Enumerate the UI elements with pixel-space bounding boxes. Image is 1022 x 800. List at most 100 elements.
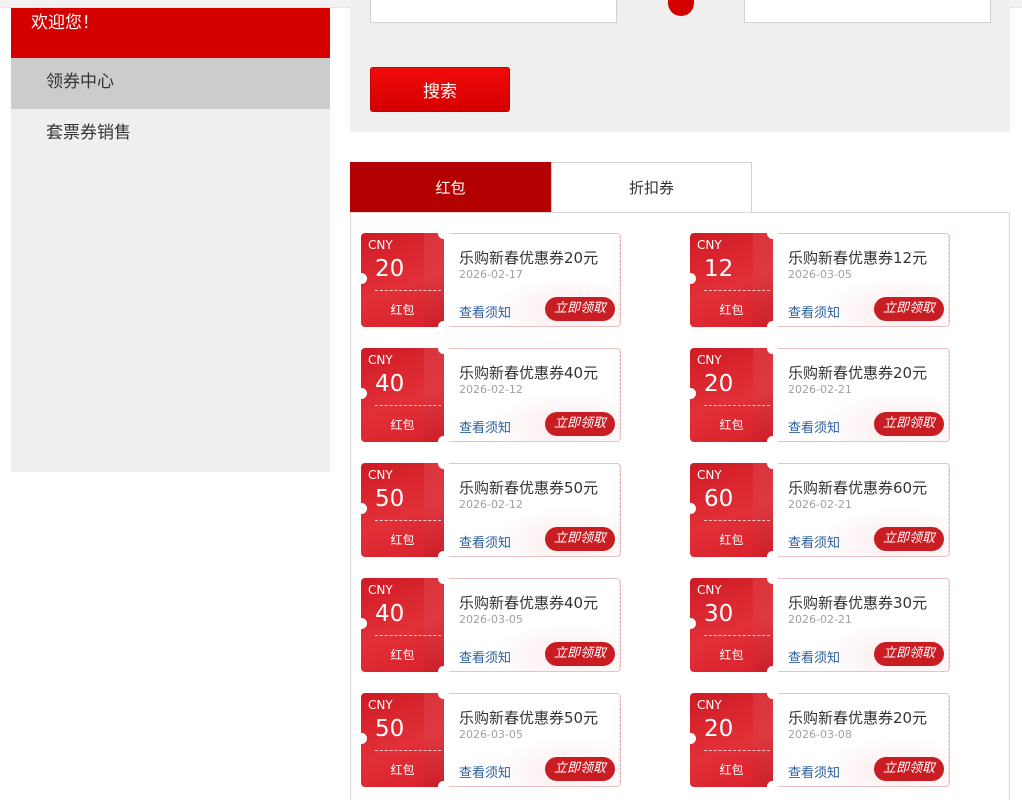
- view-notice-link[interactable]: 查看须知: [459, 302, 511, 321]
- coupon-info-panel: 乐购新春优惠券20元 2026-02-17 查看须知 立即领取: [444, 233, 621, 327]
- coupon-value-panel: CNY 40 红包: [361, 348, 444, 442]
- claim-now-button[interactable]: 立即领取: [545, 642, 615, 666]
- coupon-notch: [438, 551, 449, 562]
- coupon-currency: CNY: [368, 353, 393, 367]
- coupon-type: 红包: [719, 418, 744, 432]
- view-notice-link[interactable]: 查看须知: [788, 647, 840, 666]
- coupon-title: 乐购新春优惠券50元: [459, 709, 599, 727]
- coupon-scalloped-edge: [947, 696, 949, 786]
- claim-now-button[interactable]: 立即领取: [874, 412, 944, 436]
- coupon-notch: [356, 733, 367, 744]
- coupon-currency: CNY: [697, 353, 722, 367]
- search-input-end[interactable]: [744, 0, 991, 23]
- claim-now-button[interactable]: 立即领取: [545, 757, 615, 781]
- coupon-scalloped-edge: [947, 581, 949, 671]
- coupon-type: 红包: [390, 533, 415, 547]
- coupon-date: 2026-02-12: [459, 498, 523, 511]
- coupon-divider: [375, 750, 441, 751]
- coupon-amount: 20: [704, 716, 734, 742]
- view-notice-link[interactable]: 查看须知: [459, 417, 511, 436]
- view-notice-link[interactable]: 查看须知: [788, 532, 840, 551]
- coupon-notch: [767, 436, 778, 447]
- coupon-currency: CNY: [368, 698, 393, 712]
- coupon-date: 2026-02-21: [788, 498, 852, 511]
- view-notice-link[interactable]: 查看须知: [788, 417, 840, 436]
- coupon-title: 乐购新春优惠券20元: [459, 249, 599, 267]
- coupon-card: CNY 50 红包 乐购新春优惠券50元 2026-02-12 查看须知 立即领…: [356, 458, 621, 562]
- view-notice-link[interactable]: 查看须知: [459, 532, 511, 551]
- coupon-currency: CNY: [697, 583, 722, 597]
- view-notice-link[interactable]: 查看须知: [788, 302, 840, 321]
- tab-red-packet[interactable]: 红包: [350, 162, 551, 212]
- claim-now-button[interactable]: 立即领取: [545, 527, 615, 551]
- view-notice-link[interactable]: 查看须知: [459, 762, 511, 781]
- coupon-divider: [704, 520, 770, 521]
- coupon-currency: CNY: [368, 468, 393, 482]
- coupon-divider: [704, 290, 770, 291]
- coupon-notch: [767, 321, 778, 332]
- coupon-notch: [438, 666, 449, 677]
- coupon-notch: [356, 388, 367, 399]
- coupon-notch: [356, 618, 367, 629]
- coupon-panel: CNY 20 红包 乐购新春优惠券20元 2026-02-17 查看须知 立即领…: [350, 212, 1010, 800]
- coupon-value-panel: CNY 20 红包: [361, 233, 444, 327]
- claim-now-button[interactable]: 立即领取: [874, 642, 944, 666]
- coupon-date: 2026-02-17: [459, 268, 523, 281]
- coupon-type: 红包: [390, 648, 415, 662]
- view-notice-link[interactable]: 查看须知: [788, 762, 840, 781]
- tab-discount-coupon[interactable]: 折扣券: [551, 162, 752, 212]
- sidebar-item-coupon-center[interactable]: 领券中心: [11, 58, 330, 109]
- coupon-scalloped-edge: [618, 696, 620, 786]
- coupon-notch: [685, 388, 696, 399]
- claim-now-button[interactable]: 立即领取: [874, 757, 944, 781]
- search-input-start[interactable]: [370, 0, 617, 23]
- coupon-notch: [767, 551, 778, 562]
- coupon-card: CNY 50 红包 乐购新春优惠券50元 2026-03-05 查看须知 立即领…: [356, 688, 621, 792]
- coupon-notch: [767, 458, 778, 469]
- coupon-type: 红包: [390, 763, 415, 777]
- coupon-info-panel: 乐购新春优惠券30元 2026-02-21 查看须知 立即领取: [773, 578, 950, 672]
- coupon-card: CNY 40 红包 乐购新春优惠券40元 2026-03-05 查看须知 立即领…: [356, 573, 621, 677]
- coupon-scalloped-edge: [618, 236, 620, 326]
- coupon-amount: 50: [375, 486, 405, 512]
- coupon-card: CNY 40 红包 乐购新春优惠券40元 2026-02-12 查看须知 立即领…: [356, 343, 621, 447]
- coupon-notch: [767, 228, 778, 239]
- claim-now-button[interactable]: 立即领取: [874, 297, 944, 321]
- coupon-title: 乐购新春优惠券60元: [788, 479, 928, 497]
- coupon-info-panel: 乐购新春优惠券20元 2026-03-08 查看须知 立即领取: [773, 693, 950, 787]
- coupon-notch: [438, 436, 449, 447]
- sidebar: 欢迎您！ 领券中心 套票券销售: [11, 8, 330, 472]
- coupon-amount: 20: [375, 256, 405, 282]
- coupon-card: CNY 30 红包 乐购新春优惠券30元 2026-02-21 查看须知 立即领…: [685, 573, 950, 677]
- coupon-notch: [767, 666, 778, 677]
- coupon-grid: CNY 20 红包 乐购新春优惠券20元 2026-02-17 查看须知 立即领…: [356, 228, 950, 792]
- coupon-card: CNY 60 红包 乐购新春优惠券60元 2026-02-21 查看须知 立即领…: [685, 458, 950, 562]
- coupon-amount: 40: [375, 371, 405, 397]
- coupon-card: CNY 20 红包 乐购新春优惠券20元 2026-03-08 查看须知 立即领…: [685, 688, 950, 792]
- claim-now-button[interactable]: 立即领取: [545, 412, 615, 436]
- coupon-info-panel: 乐购新春优惠券60元 2026-02-21 查看须知 立即领取: [773, 463, 950, 557]
- coupon-notch: [438, 321, 449, 332]
- view-notice-link[interactable]: 查看须知: [459, 647, 511, 666]
- coupon-notch: [438, 458, 449, 469]
- coupon-amount: 40: [375, 601, 405, 627]
- coupon-tabs: 红包 折扣券: [350, 162, 752, 212]
- coupon-date: 2026-03-05: [459, 613, 523, 626]
- coupon-notch: [685, 273, 696, 284]
- search-button[interactable]: 搜索: [370, 67, 510, 112]
- coupon-date: 2026-02-12: [459, 383, 523, 396]
- coupon-title: 乐购新春优惠券40元: [459, 364, 599, 382]
- coupon-notch: [438, 343, 449, 354]
- coupon-type: 红包: [719, 763, 744, 777]
- claim-now-button[interactable]: 立即领取: [874, 527, 944, 551]
- coupon-info-panel: 乐购新春优惠券20元 2026-02-21 查看须知 立即领取: [773, 348, 950, 442]
- coupon-title: 乐购新春优惠券20元: [788, 364, 928, 382]
- coupon-type: 红包: [719, 533, 744, 547]
- coupon-scalloped-edge: [618, 581, 620, 671]
- coupon-notch: [438, 688, 449, 699]
- sidebar-item-package-ticket-sales[interactable]: 套票券销售: [11, 109, 330, 160]
- coupon-value-panel: CNY 50 红包: [361, 693, 444, 787]
- range-separator-dot: [668, 0, 694, 16]
- coupon-value-panel: CNY 50 红包: [361, 463, 444, 557]
- claim-now-button[interactable]: 立即领取: [545, 297, 615, 321]
